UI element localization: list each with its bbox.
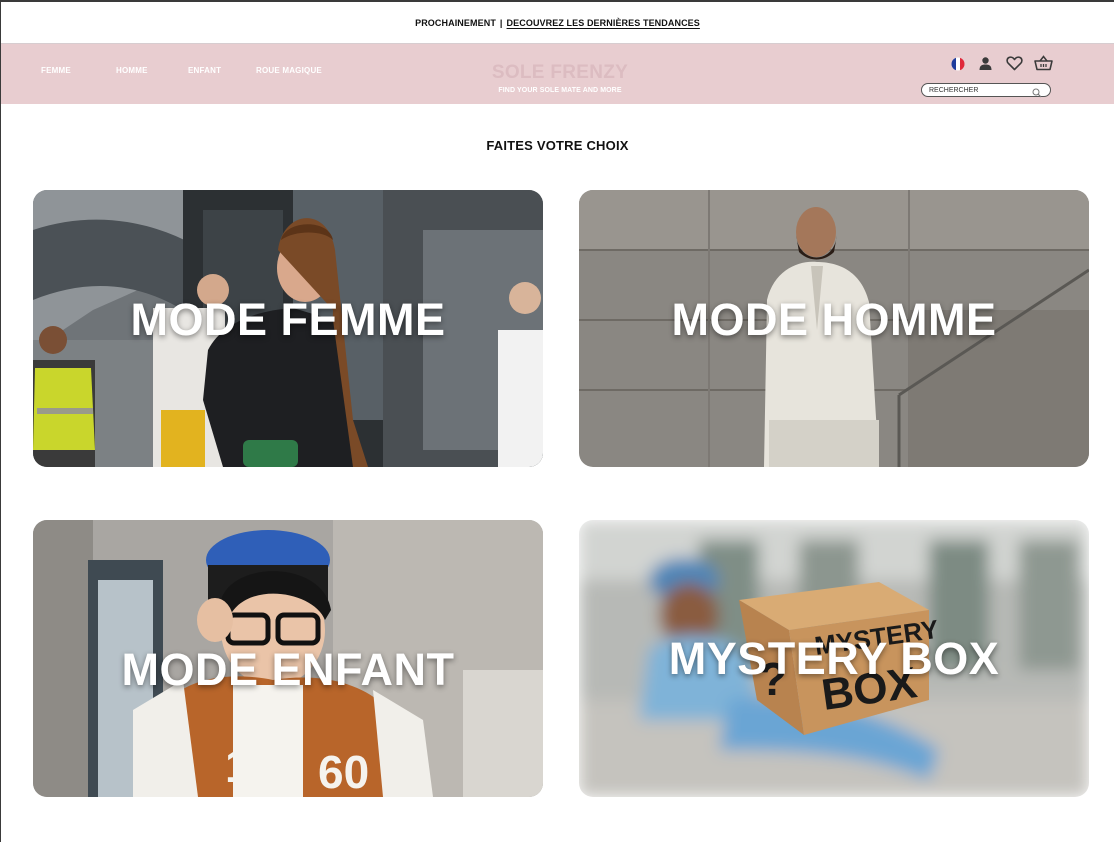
heart-icon[interactable]	[1005, 55, 1023, 71]
svg-text:19: 19	[225, 740, 276, 792]
svg-text:60: 60	[318, 746, 369, 797]
announcement-link[interactable]: DECOUVREZ LES DERNIÈRES TENDANCES	[507, 18, 700, 28]
brand-logo[interactable]: SOLE FRENZY	[489, 62, 631, 84]
search-input[interactable]	[922, 86, 1029, 94]
user-icon[interactable]	[977, 55, 993, 71]
card-mode-enfant[interactable]: 19 60 MODE ENFANT	[33, 520, 543, 797]
nav-link-roue-magique[interactable]: ROUE MAGIQUE	[256, 66, 322, 75]
card-title-mystery-box: MYSTERY BOX	[668, 633, 1000, 684]
card-mystery-box[interactable]: MYSTERY BOX ? MYSTERY BOX	[579, 520, 1089, 797]
card-title-mode-enfant: MODE ENFANT	[121, 644, 455, 695]
card-title-mode-femme: MODE FEMME	[130, 294, 446, 345]
main-nav: FEMME HOMME ENFANT ROUE MAGIQUE SOLE FRE…	[1, 44, 1114, 104]
announcement-separator: |	[499, 17, 503, 28]
basket-icon[interactable]	[1033, 54, 1053, 71]
nav-link-enfant[interactable]: ENFANT	[188, 66, 221, 75]
announcement-bar: PROCHAINEMENT | DECOUVREZ LES DERNIÈRES …	[1, 2, 1114, 44]
page-heading: FAITES VOTRE CHOIX	[486, 138, 629, 153]
brand-tagline: FIND YOUR SOLE MATE AND MORE	[498, 87, 622, 94]
nav-link-femme[interactable]: FEMME	[41, 66, 71, 75]
search-box	[921, 83, 1051, 98]
card-mode-femme[interactable]: MODE FEMME	[33, 190, 543, 467]
france-flag-icon[interactable]	[950, 56, 965, 71]
search-icon[interactable]	[1032, 85, 1042, 103]
nav-link-homme[interactable]: HOMME	[116, 66, 148, 75]
card-mode-homme[interactable]: MODE HOMME	[579, 190, 1089, 467]
card-title-mode-homme: MODE HOMME	[671, 294, 997, 345]
announcement-label: PROCHAINEMENT	[415, 17, 496, 28]
